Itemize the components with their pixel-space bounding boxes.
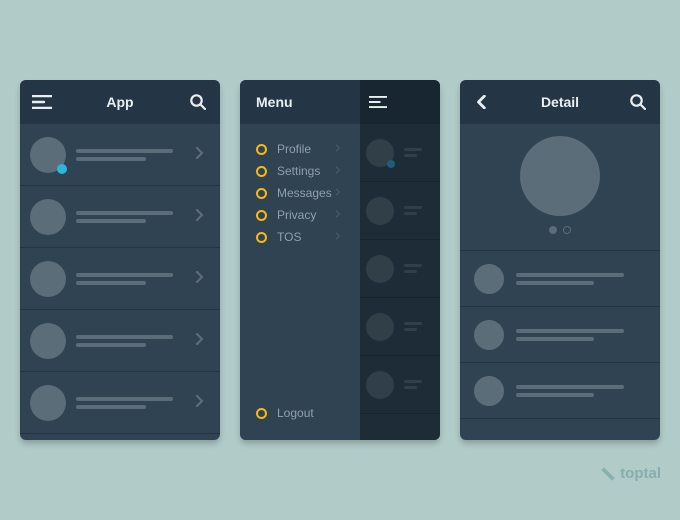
watermark: toptal — [600, 465, 661, 482]
app-list — [20, 124, 220, 434]
bullet-icon — [256, 144, 267, 155]
detail-row[interactable] — [460, 363, 660, 419]
chevron-right-icon — [334, 188, 344, 198]
text-skeleton — [516, 325, 636, 345]
menu-label: Logout — [277, 406, 344, 420]
menu-item-profile[interactable]: Profile — [240, 138, 360, 160]
list-item[interactable] — [20, 124, 220, 186]
toptal-logo-icon — [600, 466, 616, 482]
phone-detail: Detail — [460, 80, 660, 440]
bullet-icon — [256, 166, 267, 177]
detail-hero — [460, 136, 660, 251]
avatar — [474, 264, 504, 294]
menu-drawer: Menu Profile Settings Messages — [240, 80, 360, 440]
bullet-icon — [256, 188, 267, 199]
text-skeleton — [76, 207, 184, 227]
menu-footer: Logout — [240, 402, 360, 424]
pager-dot-active — [549, 226, 557, 234]
list-item[interactable] — [20, 310, 220, 372]
detail-body — [460, 124, 660, 419]
chevron-right-icon — [194, 147, 210, 163]
menu-item-tos[interactable]: TOS — [240, 226, 360, 248]
search-icon[interactable] — [186, 90, 210, 114]
chevron-right-icon — [194, 333, 210, 349]
underlay-content — [360, 80, 440, 440]
chevron-right-icon — [334, 210, 344, 220]
menu-label: Settings — [277, 164, 334, 178]
menu-item-privacy[interactable]: Privacy — [240, 204, 360, 226]
bullet-icon — [256, 408, 267, 419]
menu-label: Profile — [277, 142, 334, 156]
text-skeleton — [516, 269, 636, 289]
menu-label: TOS — [277, 230, 334, 244]
app-header: App — [20, 80, 220, 124]
avatar-large — [520, 136, 600, 216]
chevron-right-icon — [194, 209, 210, 225]
text-skeleton — [76, 331, 184, 351]
list-item[interactable] — [20, 372, 220, 434]
chevron-right-icon — [194, 271, 210, 287]
menu-label: Messages — [277, 186, 334, 200]
chevron-right-icon — [334, 232, 344, 242]
detail-row[interactable] — [460, 251, 660, 307]
avatar — [30, 323, 66, 359]
text-skeleton — [76, 393, 184, 413]
menu-title: Menu — [256, 94, 293, 110]
menu-item-messages[interactable]: Messages — [240, 182, 360, 204]
pager[interactable] — [549, 226, 571, 234]
chevron-right-icon — [334, 144, 344, 154]
avatar — [30, 137, 66, 173]
menu-item-logout[interactable]: Logout — [240, 402, 360, 424]
avatar — [474, 320, 504, 350]
avatar — [30, 385, 66, 421]
text-skeleton — [76, 269, 184, 289]
phone-app: App — [20, 80, 220, 440]
watermark-text: toptal — [620, 465, 661, 482]
menu-icon — [366, 90, 390, 114]
menu-label: Privacy — [277, 208, 334, 222]
phone-menu: Menu Profile Settings Messages — [240, 80, 440, 440]
status-dot — [57, 164, 67, 174]
text-skeleton — [516, 381, 636, 401]
chevron-right-icon — [194, 395, 210, 411]
detail-header: Detail — [460, 80, 660, 124]
avatar — [30, 199, 66, 235]
chevron-right-icon — [334, 166, 344, 176]
avatar — [474, 376, 504, 406]
bullet-icon — [256, 210, 267, 221]
pager-dot — [563, 226, 571, 234]
menu-items: Profile Settings Messages Privacy — [240, 124, 360, 248]
avatar — [30, 261, 66, 297]
detail-row[interactable] — [460, 307, 660, 363]
bullet-icon — [256, 232, 267, 243]
search-icon[interactable] — [626, 90, 650, 114]
back-icon[interactable] — [470, 90, 494, 114]
text-skeleton — [76, 145, 184, 165]
menu-header: Menu — [240, 80, 360, 124]
list-item[interactable] — [20, 248, 220, 310]
menu-item-settings[interactable]: Settings — [240, 160, 360, 182]
menu-icon[interactable] — [30, 90, 54, 114]
list-item[interactable] — [20, 186, 220, 248]
